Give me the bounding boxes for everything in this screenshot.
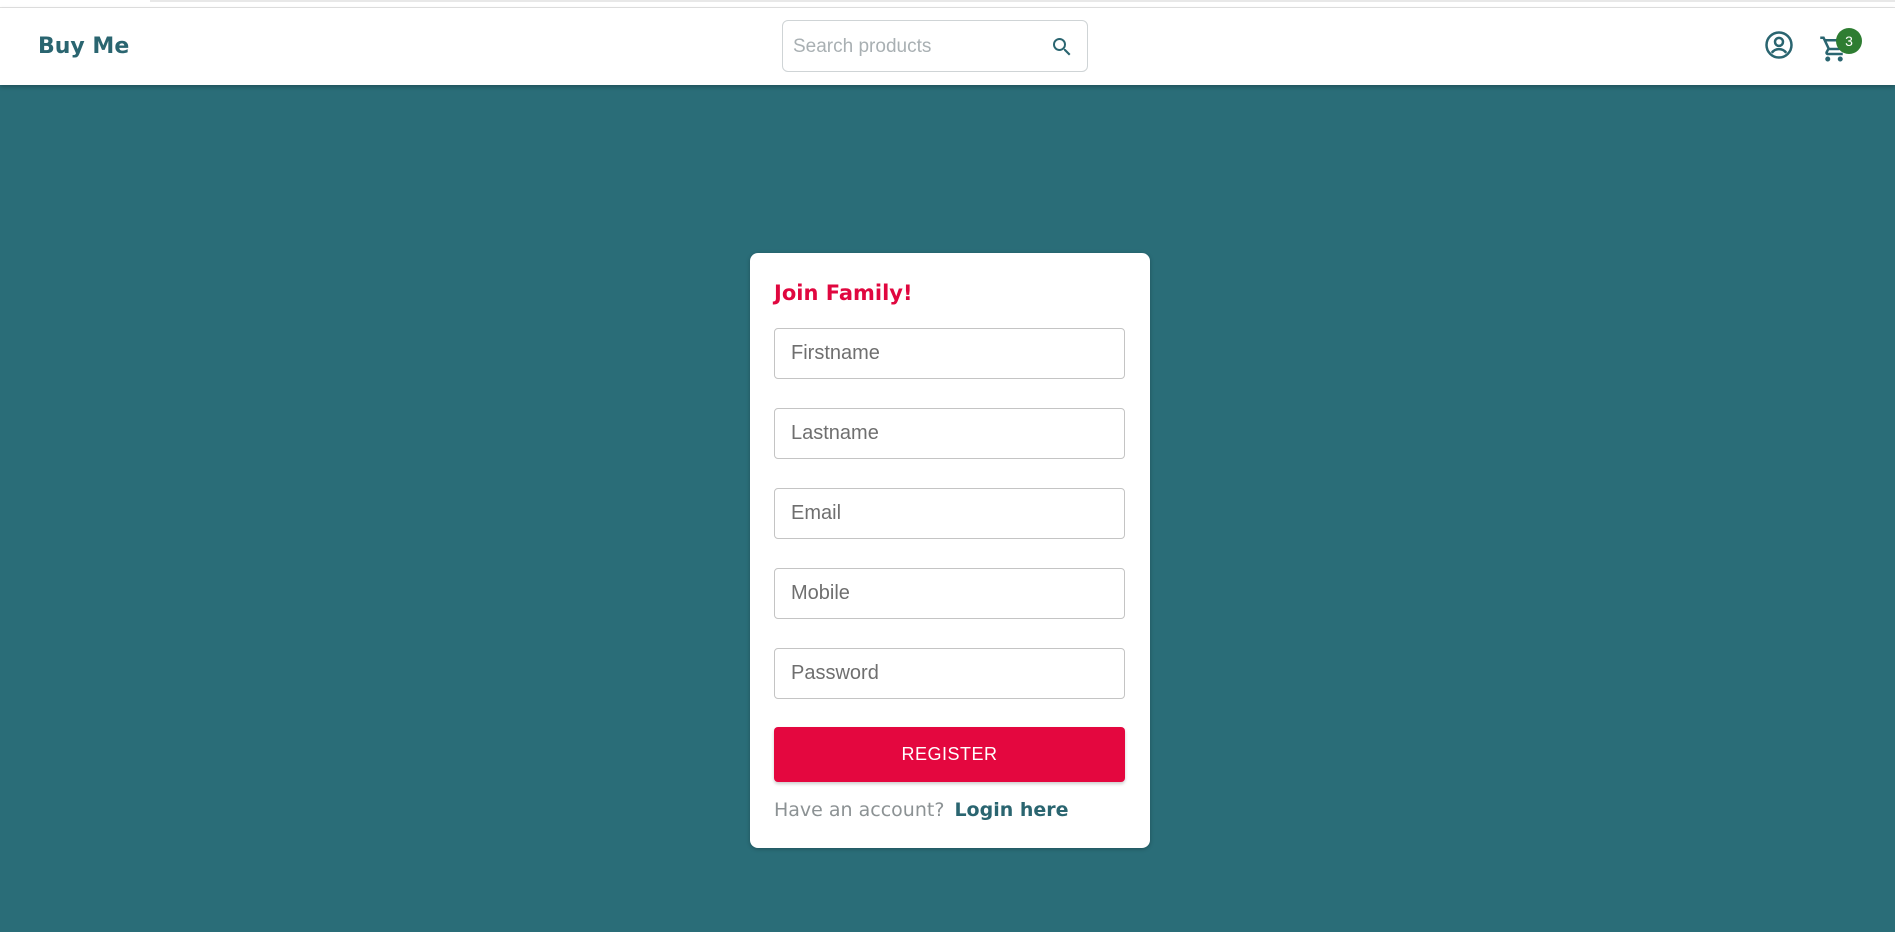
lastname-field[interactable] [774, 408, 1125, 459]
account-circle-icon [1765, 31, 1793, 59]
firstname-field[interactable] [774, 328, 1125, 379]
have-account-text: Have an account? [774, 799, 945, 821]
brand-logo[interactable]: Buy Me [38, 34, 129, 59]
account-button[interactable] [1763, 29, 1795, 61]
password-field[interactable] [774, 648, 1125, 699]
search-input[interactable] [791, 29, 1035, 65]
email-field[interactable] [774, 488, 1125, 539]
login-prompt: Have an account? Login here [774, 799, 1069, 821]
cart-count-badge: 3 [1836, 28, 1862, 54]
search-bar [782, 20, 1088, 72]
register-button[interactable]: REGISTER [774, 727, 1125, 782]
login-link[interactable]: Login here [954, 799, 1068, 821]
search-icon [1053, 38, 1071, 56]
register-card: Join Family! REGISTER Have an account? L… [750, 253, 1150, 848]
register-title: Join Family! [774, 281, 913, 305]
browser-top-strip [0, 0, 1895, 8]
search-button[interactable] [1049, 34, 1075, 60]
top-strip-line [150, 0, 1895, 2]
navbar: Buy Me 3 [0, 8, 1895, 85]
mobile-field[interactable] [774, 568, 1125, 619]
